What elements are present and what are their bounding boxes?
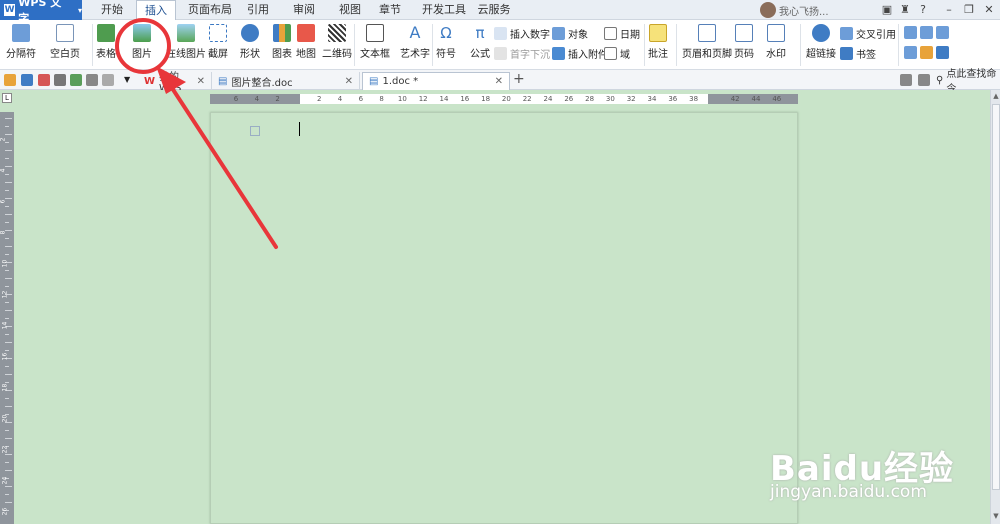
annotation-arrow	[170, 86, 278, 249]
highlight-circle	[115, 18, 171, 74]
arrow-head	[156, 66, 186, 94]
watermark-url: jingyan.baidu.com	[770, 482, 927, 502]
